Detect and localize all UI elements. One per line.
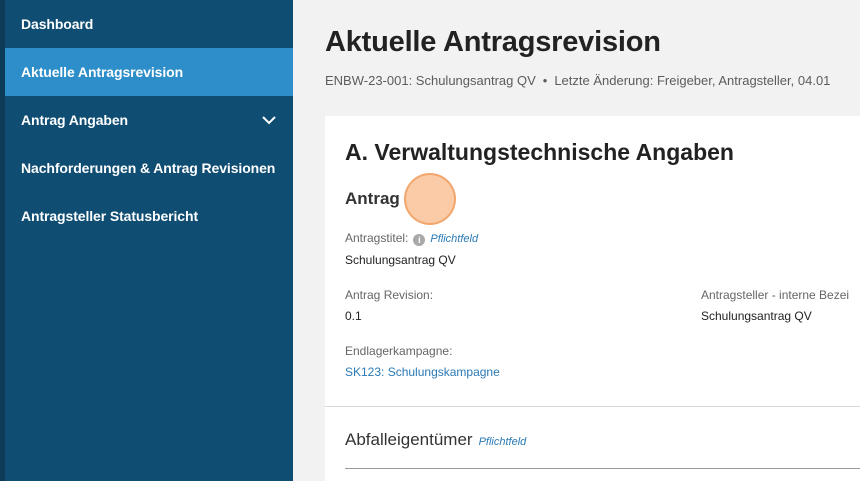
- interne-bezeichnung-value: Schulungsantrag QV: [701, 309, 812, 323]
- section-title: A. Verwaltungstechnische Angaben: [345, 139, 734, 165]
- revision-label: Antrag Revision:: [345, 288, 434, 302]
- page-title: Aktuelle Antragsrevision: [325, 26, 661, 58]
- admin-details-card: A. Verwaltungstechnische Angaben Antrag …: [325, 116, 860, 406]
- sidebar-item-label: Antragsteller Statusbericht: [21, 208, 199, 224]
- sidebar: Dashboard Aktuelle Antragsrevision Antra…: [5, 0, 293, 481]
- required-badge: Pflichtfeld: [430, 233, 479, 245]
- section-divider: [345, 468, 860, 469]
- revision-value: 0.1: [345, 309, 362, 323]
- sidebar-item-statusbericht[interactable]: Antragsteller Statusbericht: [5, 192, 293, 240]
- required-badge: Pflichtfeld: [478, 436, 527, 448]
- owner-card: Abfalleigentümer Pflichtfeld: [325, 406, 860, 481]
- sidebar-item-aktuelle-antragsrevision[interactable]: Aktuelle Antragsrevision: [5, 48, 293, 96]
- sidebar-item-label: Nachforderungen & Antrag Revisionen: [21, 160, 276, 176]
- interne-bezeichnung-label: Antragsteller - interne Bezei: [701, 288, 850, 302]
- chevron-down-icon[interactable]: [261, 112, 277, 128]
- info-icon[interactable]: i: [413, 234, 426, 246]
- sidebar-item-nachforderungen[interactable]: Nachforderungen & Antrag Revisionen: [5, 144, 293, 192]
- antrag-heading: Antrag: [345, 189, 400, 208]
- main-content: Aktuelle Antragsrevision ENBW-23-001: Sc…: [293, 0, 860, 481]
- sidebar-item-label: Aktuelle Antragsrevision: [21, 64, 184, 80]
- sidebar-item-label: Antrag Angaben: [21, 112, 128, 128]
- sidebar-item-antrag-angaben[interactable]: Antrag Angaben: [5, 96, 293, 144]
- last-change: Letzte Änderung: Freigeber, Antragstelle…: [554, 73, 831, 88]
- kampagne-link[interactable]: SK123: Schulungskampagne: [345, 365, 500, 379]
- owner-heading: Abfalleigentümer Pflichtfeld: [345, 430, 527, 449]
- page-subtitle: ENBW-23-001: Schulungsantrag QV • Letzte Ä…: [325, 73, 830, 88]
- click-indicator: [404, 173, 456, 225]
- sidebar-item-label: Dashboard: [21, 16, 94, 32]
- sidebar-item-dashboard[interactable]: Dashboard: [5, 0, 293, 48]
- antragstitel-label: Antragstitel: i Pflichtfeld: [345, 231, 479, 246]
- separator-dot: •: [542, 73, 548, 88]
- kampagne-label: Endlagerkampagne:: [345, 344, 453, 358]
- antragstitel-value: Schulungsantrag QV: [345, 253, 456, 267]
- antrag-id: ENBW-23-001: Schulungsantrag QV: [325, 73, 536, 88]
